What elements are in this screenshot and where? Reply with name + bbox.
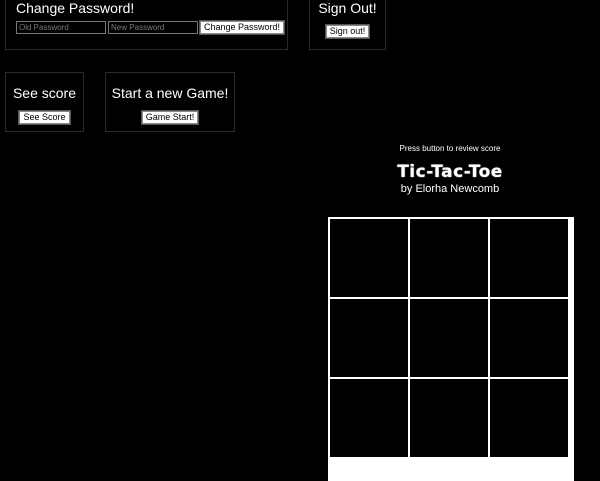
board-cell-8[interactable]	[410, 379, 488, 457]
new-game-panel: Start a new Game! Game Start!	[105, 72, 235, 132]
sign-out-heading: Sign Out!	[318, 0, 377, 16]
change-password-heading: Change Password!	[16, 0, 135, 16]
old-password-field[interactable]	[16, 21, 106, 34]
board-cell-4[interactable]	[330, 299, 408, 377]
board-cell-5[interactable]	[410, 299, 488, 377]
score-message: Press button to review score	[399, 144, 501, 153]
change-password-panel: Change Password! Change Password!	[5, 0, 288, 50]
tic-tac-toe-board	[328, 217, 574, 481]
board-cell-3[interactable]	[490, 219, 568, 297]
sign-out-button[interactable]: Sign out!	[324, 24, 371, 39]
board-cell-9[interactable]	[490, 379, 568, 457]
board-cell-7[interactable]	[330, 379, 408, 457]
new-game-heading: Start a new Game!	[111, 85, 229, 101]
sign-out-panel: Sign Out! Sign out!	[309, 0, 386, 50]
game-header: Press button to review score Tic-Tac-Toe…	[320, 140, 580, 196]
see-score-heading: See score	[12, 85, 77, 101]
game-title: Tic-Tac-Toe	[397, 162, 503, 182]
see-score-button[interactable]: See Score	[18, 110, 71, 125]
board-cell-1[interactable]	[330, 219, 408, 297]
board-cell-6[interactable]	[490, 299, 568, 377]
author-byline: by Elorha Newcomb	[400, 183, 500, 195]
game-start-button[interactable]: Game Start!	[140, 110, 200, 125]
new-password-field[interactable]	[108, 21, 198, 34]
see-score-panel: See score See Score	[5, 72, 84, 132]
board-cell-2[interactable]	[410, 219, 488, 297]
change-password-button[interactable]: Change Password!	[198, 20, 286, 35]
